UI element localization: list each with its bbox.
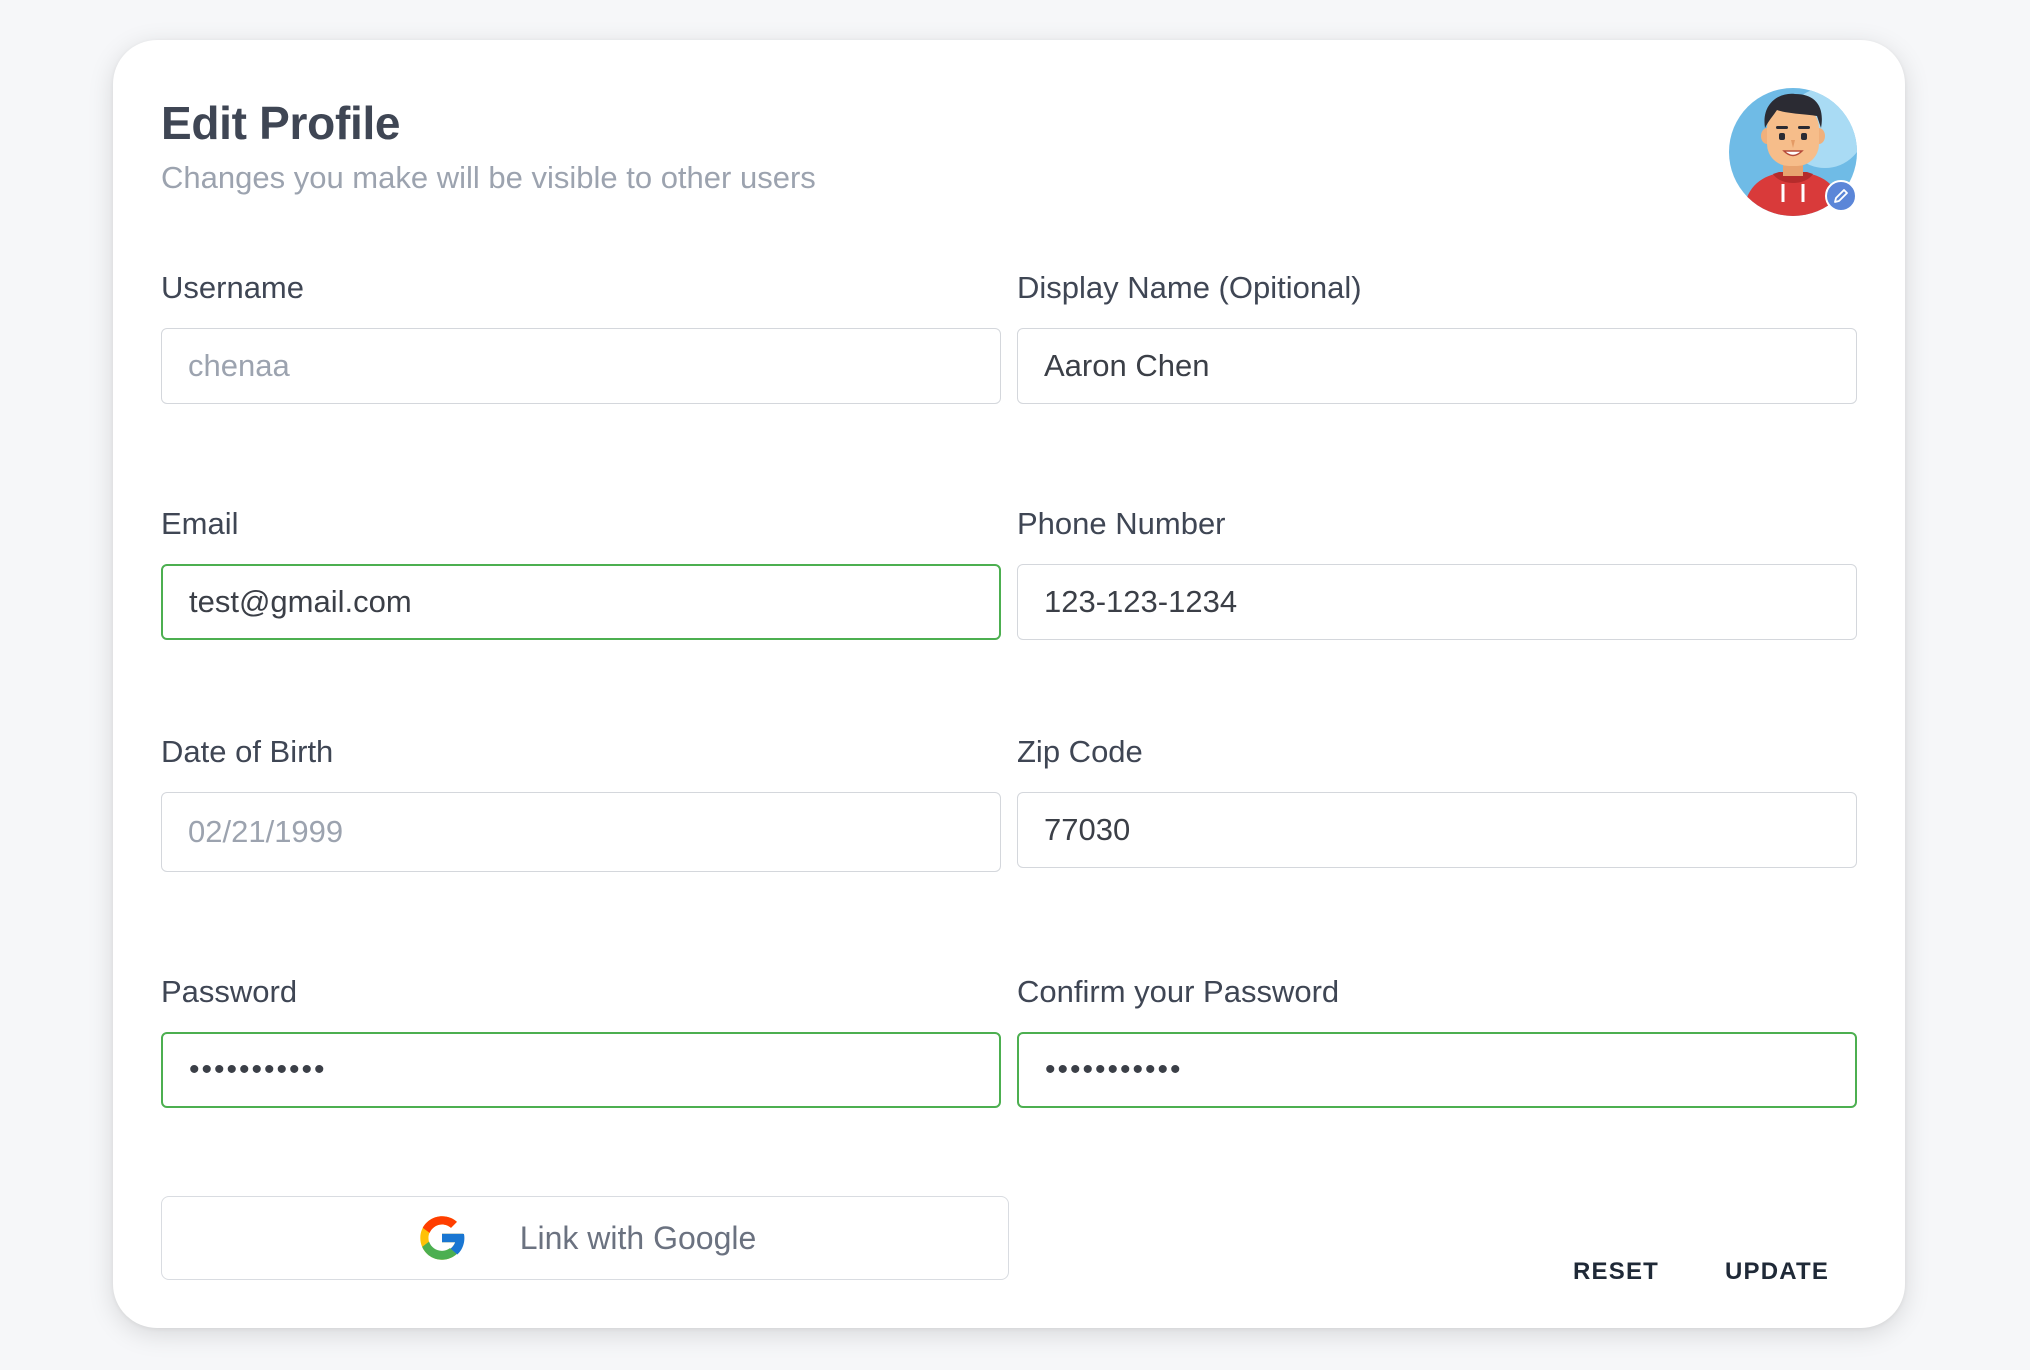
zip-label: Zip Code [1017, 734, 1143, 769]
phone-label: Phone Number [1017, 506, 1226, 541]
username-input[interactable] [161, 328, 1001, 404]
link-google-button[interactable]: Link with Google [161, 1196, 1009, 1280]
google-g-icon [420, 1216, 465, 1260]
avatar[interactable] [1729, 88, 1857, 216]
display-name-input[interactable] [1017, 328, 1857, 404]
dob-input[interactable] [161, 792, 1001, 872]
confirm-password-input[interactable] [1017, 1032, 1857, 1108]
username-label: Username [161, 270, 304, 305]
link-google-label: Link with Google [519, 1219, 757, 1256]
phone-input[interactable] [1017, 564, 1857, 640]
confirm-password-label: Confirm your Password [1017, 974, 1340, 1009]
password-input[interactable] [161, 1032, 1001, 1108]
reset-button[interactable]: RESET [1573, 1258, 1659, 1286]
update-button[interactable]: UPDATE [1725, 1258, 1829, 1286]
password-label: Password [161, 974, 298, 1009]
zip-input[interactable] [1017, 792, 1857, 868]
page-subtitle: Changes you make will be visible to othe… [161, 160, 816, 195]
page-title: Edit Profile [161, 97, 401, 149]
edit-profile-card: Edit Profile Changes you make will be vi… [113, 40, 1905, 1328]
pencil-icon[interactable] [1825, 180, 1857, 212]
email-input[interactable] [161, 564, 1001, 640]
display-name-label: Display Name (Opitional) [1017, 270, 1362, 305]
email-label: Email [161, 506, 239, 541]
dob-label: Date of Birth [161, 734, 334, 769]
